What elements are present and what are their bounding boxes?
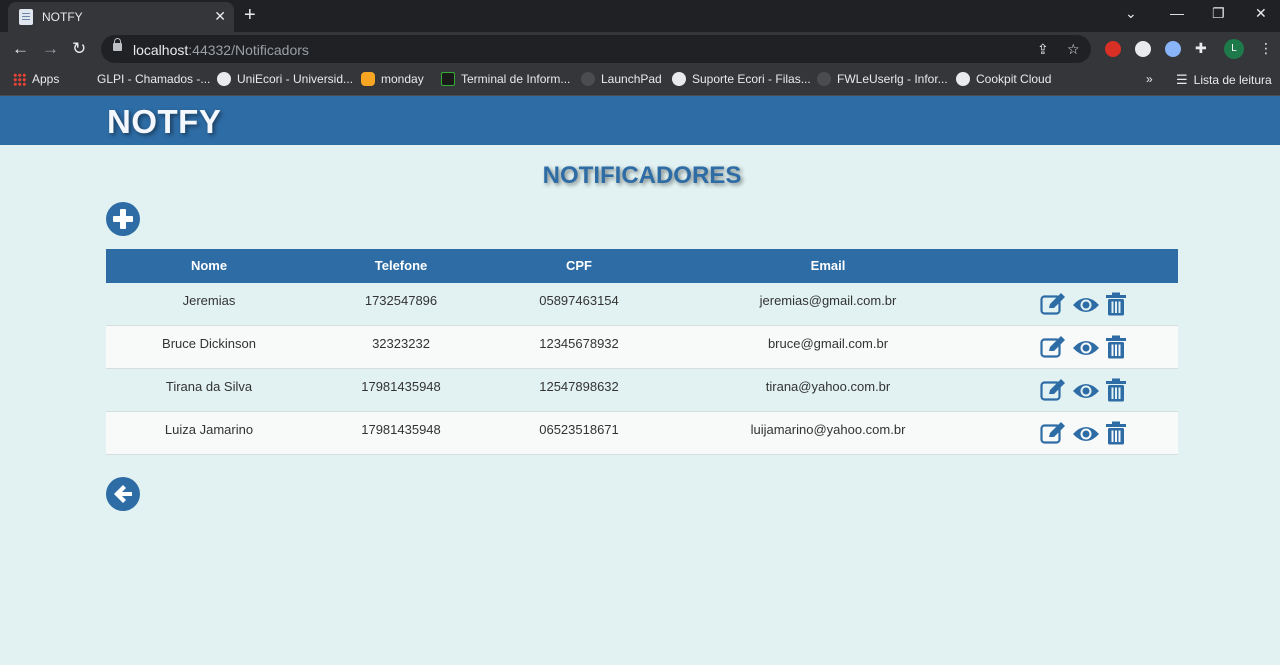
cell-nome: Jeremias xyxy=(182,293,236,308)
eye-icon[interactable] xyxy=(1072,424,1100,449)
share-icon[interactable]: ⇪ xyxy=(1037,41,1049,58)
table-row: Jeremias 1732547896 05897463154 jeremias… xyxy=(106,283,1178,326)
bookmark-item[interactable]: FWLeUserlg - Infor... xyxy=(817,72,948,86)
bookmark-item[interactable]: Terminal de Inform... xyxy=(441,72,570,86)
edit-icon[interactable] xyxy=(1040,335,1066,364)
table-header: Nome Telefone CPF Email xyxy=(106,249,1178,283)
table-row: Tirana da Silva 17981435948 12547898632 … xyxy=(106,369,1178,412)
cell-telefone: 1732547896 xyxy=(364,293,438,308)
cell-nome: Luiza Jamarino xyxy=(164,422,254,437)
arrow-left-circle-icon xyxy=(114,485,132,503)
terminal-icon xyxy=(441,72,455,86)
extension-icon[interactable] xyxy=(1135,41,1151,57)
app-header: NOTFY xyxy=(0,96,1280,145)
tab-title: NOTFY xyxy=(42,10,83,24)
more-bookmarks-icon[interactable]: » xyxy=(1146,72,1153,86)
reload-icon[interactable]: ↻ xyxy=(72,39,86,59)
back-nav-icon[interactable]: ← xyxy=(12,39,29,59)
minimize-icon[interactable]: — xyxy=(1170,5,1184,21)
extension-icon[interactable] xyxy=(1105,41,1121,57)
cell-telefone: 17981435948 xyxy=(361,422,441,437)
browser-tab-bar: NOTFY ✕ + ⌄ — ❐ ✕ xyxy=(0,0,1280,32)
cell-email: jeremias@gmail.com.br xyxy=(759,293,897,308)
extension-icon[interactable] xyxy=(1165,41,1181,57)
tab-search-icon[interactable]: ⌄ xyxy=(1125,5,1137,22)
cell-email: luijamarino@yahoo.com.br xyxy=(750,422,906,437)
browser-tab[interactable]: NOTFY ✕ xyxy=(8,2,234,32)
lock-icon xyxy=(113,38,122,51)
restore-icon[interactable]: ❐ xyxy=(1212,5,1225,22)
launchpad-icon xyxy=(581,72,595,86)
new-tab-icon[interactable]: + xyxy=(244,4,256,27)
bookmark-apps[interactable]: Apps xyxy=(13,72,59,86)
globe-icon xyxy=(217,72,231,86)
bookmarks-bar: Apps GLPI - Chamados -... UniEcori - Uni… xyxy=(0,66,1280,96)
globe-icon xyxy=(956,72,970,86)
cell-cpf: 12345678932 xyxy=(539,336,619,351)
close-window-icon[interactable]: ✕ xyxy=(1255,5,1267,22)
trash-icon[interactable] xyxy=(1105,335,1127,364)
page-title: NOTIFICADORES xyxy=(542,162,742,189)
column-header-telefone: Telefone xyxy=(374,258,428,273)
monday-icon xyxy=(361,72,375,86)
cell-email: tirana@yahoo.com.br xyxy=(765,379,891,394)
bookmark-item[interactable]: GLPI - Chamados -... xyxy=(77,72,210,86)
extensions-puzzle-icon[interactable]: ✚ xyxy=(1195,40,1207,57)
profile-avatar[interactable]: L xyxy=(1224,39,1244,59)
trash-icon[interactable] xyxy=(1105,421,1127,450)
brand-logo[interactable]: NOTFY xyxy=(107,103,221,141)
back-button[interactable] xyxy=(106,477,140,511)
trash-icon[interactable] xyxy=(1105,292,1127,321)
cell-cpf: 06523518671 xyxy=(539,422,619,437)
cell-email: bruce@gmail.com.br xyxy=(767,336,889,351)
bookmark-item[interactable]: Suporte Ecori - Filas... xyxy=(672,72,811,86)
close-tab-icon[interactable]: ✕ xyxy=(214,8,226,25)
column-header-email: Email xyxy=(810,258,846,273)
bookmark-favicon-icon xyxy=(77,72,91,86)
cell-telefone: 32323232 xyxy=(372,336,430,351)
address-bar[interactable]: localhost:44332/Notificadors ⇪ ☆ xyxy=(101,35,1091,63)
eye-icon[interactable] xyxy=(1072,295,1100,320)
table-row: Luiza Jamarino 17981435948 06523518671 l… xyxy=(106,412,1178,455)
bookmark-item[interactable]: monday xyxy=(361,72,424,86)
edit-icon[interactable] xyxy=(1040,292,1066,321)
globe-icon xyxy=(672,72,686,86)
column-header-nome: Nome xyxy=(190,258,228,273)
bookmark-item[interactable]: Cookpit Cloud xyxy=(956,72,1051,86)
browser-toolbar: ← → ↻ localhost:44332/Notificadors ⇪ ☆ ✚… xyxy=(0,32,1280,66)
menu-icon[interactable]: ⋮ xyxy=(1259,40,1273,57)
page-favicon-icon xyxy=(19,9,33,25)
bookmark-item[interactable]: LaunchPad xyxy=(581,72,662,86)
column-header-cpf: CPF xyxy=(566,258,592,273)
forward-nav-icon[interactable]: → xyxy=(42,39,59,59)
edit-icon[interactable] xyxy=(1040,378,1066,407)
url-text: localhost:44332/Notificadors xyxy=(133,42,309,58)
cell-nome: Bruce Dickinson xyxy=(162,336,256,351)
add-notificador-button[interactable] xyxy=(106,202,140,236)
cell-nome: Tirana da Silva xyxy=(165,379,253,394)
cell-cpf: 12547898632 xyxy=(539,379,619,394)
trash-icon[interactable] xyxy=(1105,378,1127,407)
reading-list[interactable]: ☰ Lista de leitura xyxy=(1176,72,1272,88)
bookmark-item[interactable]: UniEcori - Universid... xyxy=(217,72,353,86)
bookmark-favicon-icon xyxy=(817,72,831,86)
edit-icon[interactable] xyxy=(1040,421,1066,450)
apps-grid-icon xyxy=(13,72,26,86)
cell-cpf: 05897463154 xyxy=(539,293,619,308)
eye-icon[interactable] xyxy=(1072,381,1100,406)
table-row: Bruce Dickinson 32323232 12345678932 bru… xyxy=(106,326,1178,369)
reading-list-icon: ☰ xyxy=(1176,72,1188,87)
cell-telefone: 17981435948 xyxy=(361,379,441,394)
bookmark-star-icon[interactable]: ☆ xyxy=(1067,41,1080,58)
eye-icon[interactable] xyxy=(1072,338,1100,363)
notificadores-table: Nome Telefone CPF Email Jeremias 1732547… xyxy=(106,249,1178,455)
